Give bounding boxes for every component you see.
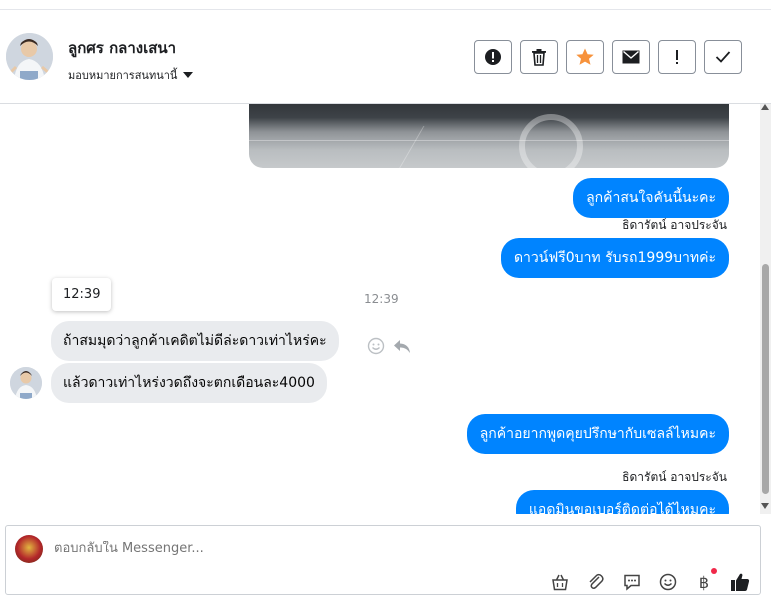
scrollbar-thumb[interactable] bbox=[762, 264, 769, 494]
outgoing-message[interactable]: ลูกค้าอยากพูดคุยปรึกษากับเซลล์ไหมคะ bbox=[466, 414, 729, 454]
reply-composer: ฿ bbox=[5, 525, 761, 595]
contact-name[interactable]: ลูกศร กลางเสนา bbox=[68, 36, 176, 60]
check-icon bbox=[715, 51, 731, 63]
exclamation-icon bbox=[676, 50, 678, 64]
assign-conversation-dropdown[interactable]: มอบหมายการสนทนานี้ bbox=[68, 66, 194, 84]
incoming-message[interactable]: แล้วดาวเท่าไหร่งวดถึงจะตกเดือนละ4000 bbox=[51, 363, 327, 403]
message-actions bbox=[367, 337, 411, 355]
message-timestamp: 12:39 bbox=[364, 292, 399, 306]
reply-input[interactable] bbox=[54, 541, 454, 556]
done-button[interactable] bbox=[704, 40, 742, 74]
photo-wheel bbox=[519, 114, 583, 168]
shopping-bag-icon bbox=[552, 574, 568, 591]
composer-tools: ฿ bbox=[550, 568, 750, 592]
mark-unread-button[interactable] bbox=[612, 40, 650, 74]
photo-detail bbox=[394, 126, 425, 168]
thumbs-up-icon bbox=[731, 573, 750, 591]
scroll-down-arrow-icon[interactable] bbox=[761, 503, 769, 509]
contact-avatar-small[interactable] bbox=[10, 367, 42, 399]
timestamp-tooltip: 12:39 bbox=[52, 278, 112, 311]
paperclip-icon bbox=[589, 573, 604, 589]
smiley-icon bbox=[659, 573, 677, 591]
payment-button[interactable]: ฿ bbox=[694, 568, 717, 592]
scroll-up-arrow-icon[interactable] bbox=[761, 104, 769, 110]
shop-button[interactable] bbox=[550, 572, 570, 592]
sender-name: ธิดารัตน์ อาจประจัน bbox=[622, 218, 727, 232]
notification-dot bbox=[711, 568, 717, 574]
caret-down-icon bbox=[183, 72, 194, 78]
reply-icon[interactable] bbox=[393, 338, 411, 354]
outgoing-message[interactable]: แอดมินขอเบอร์ติดต่อได้ไหมคะ bbox=[515, 490, 729, 514]
conversation-header: ลูกศร กลางเสนา มอบหมายการสนทนานี้ bbox=[0, 10, 771, 104]
star-button[interactable] bbox=[566, 40, 604, 74]
saved-reply-button[interactable] bbox=[622, 572, 642, 592]
alert-circle-button[interactable] bbox=[474, 40, 512, 74]
envelope-icon bbox=[622, 50, 640, 64]
outgoing-message[interactable]: ลูกค้าสนใจคันนี้นะคะ bbox=[573, 178, 729, 218]
photo-detail bbox=[249, 140, 729, 141]
assign-label: มอบหมายการสนทนานี้ bbox=[68, 69, 178, 82]
page-avatar bbox=[15, 535, 43, 563]
star-icon bbox=[576, 48, 594, 65]
incoming-message[interactable]: ถ้าสมมุดว่าลูกค้าเคดิตไม่ดีล่ะดาวเท่าไหร… bbox=[51, 321, 339, 361]
smiley-react-icon[interactable] bbox=[367, 337, 385, 355]
message-thread[interactable]: ลูกค้าสนใจคันนี้นะคะ ธิดารัตน์ อาจประจัน… bbox=[0, 104, 760, 514]
baht-icon: ฿ bbox=[698, 572, 710, 592]
window-top-edge bbox=[0, 0, 771, 10]
header-actions bbox=[474, 40, 742, 74]
contact-avatar[interactable] bbox=[6, 33, 53, 80]
exclamation-circle-icon bbox=[485, 49, 501, 65]
delete-button[interactable] bbox=[520, 40, 558, 74]
chat-bubble-icon bbox=[624, 574, 640, 591]
attach-button[interactable] bbox=[586, 572, 606, 592]
car-photo-attachment[interactable] bbox=[249, 104, 729, 168]
like-button[interactable] bbox=[730, 572, 750, 592]
sender-name: ธิดารัตน์ อาจประจัน bbox=[622, 470, 727, 484]
outgoing-message[interactable]: ดาวน์ฟรี0บาท รับรถ1999บาทค่ะ bbox=[500, 238, 729, 278]
emoji-button[interactable] bbox=[658, 572, 678, 592]
follow-up-button[interactable] bbox=[658, 40, 696, 74]
trash-icon bbox=[532, 49, 546, 66]
